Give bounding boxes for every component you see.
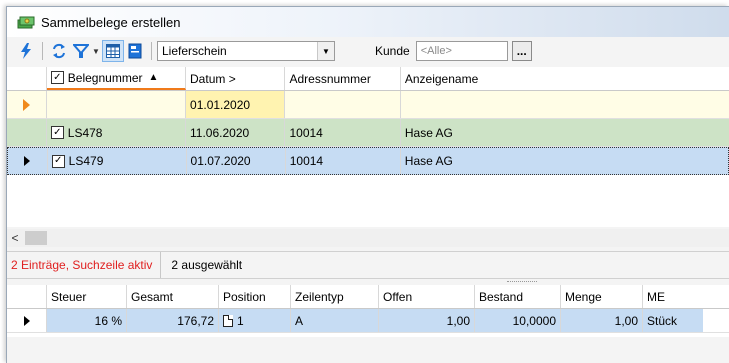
lightning-icon[interactable] [15, 40, 37, 62]
column-header-zeilentyp[interactable]: Zeilentyp [291, 285, 379, 308]
kunde-browse-button[interactable]: ... [511, 41, 532, 61]
cell-anzeigename[interactable]: Hase AG [401, 119, 729, 146]
current-row-icon [24, 156, 31, 166]
status-bar: 2 Einträge, Suchzeile aktiv 2 ausgewählt [7, 251, 729, 279]
table-row[interactable]: 16 % 176,72 1 A 1,00 10,0000 1,00 Stück [7, 309, 729, 333]
status-info: 2 Einträge, Suchzeile aktiv [7, 252, 162, 278]
cell-belegnummer[interactable]: ✓ LS478 [47, 119, 187, 146]
cell-bestand[interactable]: 10,0000 [475, 309, 561, 332]
column-header-gesamt[interactable]: Gesamt [127, 285, 219, 308]
scroll-left-icon[interactable]: < [7, 231, 23, 245]
row-indicator [7, 119, 47, 146]
kunde-input[interactable]: <Alle> [415, 41, 508, 61]
toolbar: ▼ Lieferschein ▼ Kunde <Alle> ... [7, 38, 729, 64]
cell-position[interactable]: 1 [219, 309, 291, 332]
sort-asc-icon: ▲ [148, 72, 159, 83]
scrollbar-thumb[interactable] [25, 231, 47, 245]
row-checkbox[interactable]: ✓ [50, 126, 64, 139]
column-header-bestand[interactable]: Bestand [475, 285, 561, 308]
table-row[interactable]: ✓ LS479 01.07.2020 10014 Hase AG [7, 147, 729, 175]
column-header-steuer[interactable]: Steuer [47, 285, 127, 308]
positions-header: Steuer Gesamt Position Zeilentyp Offen B… [7, 285, 729, 309]
filter-datum[interactable]: 01.01.2020 [186, 91, 286, 118]
belege-grid: ✓ Belegnummer ▲ Datum > Adressnummer Anz… [7, 67, 729, 227]
horizontal-scrollbar[interactable]: < [7, 229, 729, 247]
filter-adressnummer[interactable] [285, 91, 401, 118]
kunde-value: <Alle> [420, 45, 452, 57]
row-checkbox[interactable]: ✓ [51, 154, 65, 168]
column-header-menge[interactable]: Menge [561, 285, 643, 308]
status-selected-count: 2 ausgewählt [171, 258, 243, 272]
row-indicator [7, 309, 47, 332]
cell-datum[interactable]: 01.07.2020 [187, 148, 286, 174]
filter-anzeigename[interactable] [401, 91, 729, 118]
grid-view-icon[interactable] [102, 40, 124, 62]
row-indicator-header [7, 67, 47, 90]
cell-zeilentyp[interactable]: A [291, 309, 379, 332]
column-header-belegnummer[interactable]: ✓ Belegnummer ▲ [46, 67, 187, 90]
column-header-adressnummer[interactable]: Adressnummer [285, 67, 401, 90]
row-indicator [8, 148, 48, 174]
refresh-icon[interactable] [48, 40, 70, 62]
cell-adressnummer[interactable]: 10014 [286, 148, 401, 174]
cell-menge[interactable]: 1,00 [561, 309, 643, 332]
cell-gesamt[interactable]: 176,72 [127, 309, 219, 332]
chevron-down-icon[interactable]: ▼ [92, 47, 102, 56]
money-stack-icon [17, 14, 35, 30]
window-title: Sammelbelege erstellen [41, 14, 181, 30]
grid-header: ✓ Belegnummer ▲ Datum > Adressnummer Anz… [7, 67, 729, 91]
cell-steuer[interactable]: 16 % [47, 309, 127, 332]
column-header-anzeigename[interactable]: Anzeigename [401, 67, 729, 90]
cell-adressnummer[interactable]: 10014 [285, 119, 401, 146]
arrow-right-icon [22, 98, 30, 111]
filter-belegnummer[interactable] [47, 91, 187, 118]
document-icon[interactable] [124, 40, 146, 62]
cell-offen[interactable]: 1,00 [379, 309, 475, 332]
cell-me[interactable]: Stück [643, 309, 703, 332]
column-header-me[interactable]: ME [643, 285, 703, 308]
select-all-checkbox[interactable]: ✓ [50, 71, 64, 84]
document-icon [223, 314, 233, 327]
kunde-label: Kunde [375, 44, 410, 58]
chevron-down-icon[interactable]: ▼ [317, 42, 334, 60]
row-indicator-header [7, 285, 47, 308]
filter-row-indicator [7, 91, 47, 118]
cell-anzeigename[interactable]: Hase AG [401, 148, 728, 174]
current-row-icon [23, 315, 30, 326]
column-header-offen[interactable]: Offen [379, 285, 475, 308]
belegart-select[interactable]: Lieferschein ▼ [157, 41, 335, 61]
positions-grid: Steuer Gesamt Position Zeilentyp Offen B… [7, 285, 729, 337]
cell-datum[interactable]: 11.06.2020 [186, 119, 286, 146]
filter-icon[interactable] [70, 40, 92, 62]
main-window: Sammelbelege erstellen ▼ Lieferschein ▼ … [6, 6, 729, 363]
belegart-value: Lieferschein [162, 44, 227, 58]
splitter-grip[interactable] [507, 281, 537, 283]
title-bar: Sammelbelege erstellen [7, 7, 729, 37]
filter-row[interactable]: 01.01.2020 [7, 91, 729, 119]
toolbar-separator [42, 42, 43, 60]
cell-belegnummer[interactable]: ✓ LS479 [48, 148, 187, 174]
column-header-datum[interactable]: Datum > [186, 67, 286, 90]
table-row[interactable]: ✓ LS478 11.06.2020 10014 Hase AG [7, 119, 729, 147]
toolbar-separator [151, 42, 152, 60]
column-header-position[interactable]: Position [219, 285, 291, 308]
